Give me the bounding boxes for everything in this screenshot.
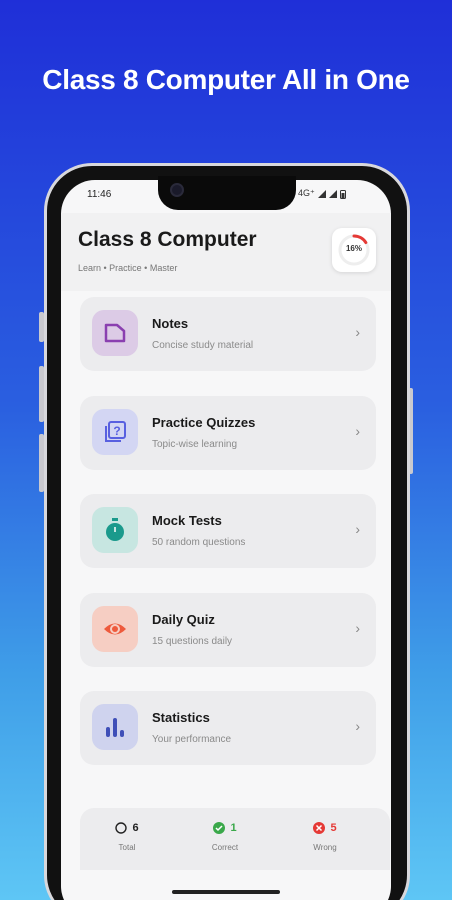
menu-subtitle: Concise study material [152, 340, 254, 351]
circle-outline-icon [115, 822, 128, 834]
page-subtitle: Learn • Practice • Master [78, 263, 178, 273]
svg-text:?: ? [113, 424, 120, 438]
progress-label: 16% [345, 244, 362, 253]
chevron-right-icon: › [355, 423, 360, 439]
page-title: Class 8 Computer [78, 228, 257, 251]
menu-icon-bg [92, 704, 138, 750]
banner-title: Class 8 Computer All in One [42, 64, 410, 95]
battery-icon [339, 189, 346, 199]
stat-wrong: 5 Wrong [280, 822, 370, 852]
status-icons: 4G⁺ [298, 188, 346, 199]
menu-subtitle: 50 random questions [152, 537, 246, 548]
menu-label: Mock Tests [152, 513, 222, 528]
eye-icon [104, 623, 126, 635]
x-circle-icon [313, 822, 326, 834]
menu-item-daily-quiz[interactable]: Daily Quiz 15 questions daily › [80, 593, 376, 667]
stopwatch-icon [106, 518, 124, 541]
bar-chart-icon [106, 718, 124, 737]
chevron-right-icon: › [355, 620, 360, 636]
menu-icon-bg [92, 507, 138, 553]
menu-item-mock-tests[interactable]: Mock Tests 50 random questions › [80, 494, 376, 568]
progress-indicator[interactable]: 16% [332, 228, 376, 272]
home-indicator [172, 890, 280, 894]
stat-total: 6 Total [82, 822, 172, 852]
document-icon [104, 323, 126, 343]
stat-correct: 1 Correct [180, 822, 270, 852]
menu-subtitle: 15 questions daily [152, 636, 233, 647]
stat-correct-value: 1 [230, 822, 237, 834]
status-time: 11:46 [87, 189, 112, 200]
signal-icon [317, 189, 326, 198]
menu-item-practice-quizzes[interactable]: ? Practice Quizzes Topic-wise learning › [80, 396, 376, 470]
stat-wrong-value: 5 [330, 822, 337, 834]
stat-total-label: Total [118, 843, 136, 852]
signal-icon [328, 189, 337, 198]
quiz-icon: ? [105, 421, 126, 442]
menu-label: Daily Quiz [152, 612, 215, 627]
network-label: 4G⁺ [298, 188, 315, 198]
stat-correct-label: Correct [211, 843, 239, 852]
stats-footer: 6 Total 1 Correct 5 Wrong [80, 808, 390, 870]
menu-icon-bg [92, 606, 138, 652]
menu-icon-bg: ? [92, 409, 138, 455]
menu-subtitle: Topic-wise learning [152, 439, 238, 450]
stat-total-value: 6 [132, 822, 139, 834]
menu-icon-bg [92, 310, 138, 356]
menu-label: Notes [152, 316, 189, 331]
chevron-right-icon: › [355, 718, 360, 734]
menu-item-notes[interactable]: Notes Concise study material › [80, 297, 376, 371]
menu-subtitle: Your performance [152, 734, 232, 745]
chevron-right-icon: › [355, 324, 360, 340]
menu-item-statistics[interactable]: Statistics Your performance › [80, 691, 376, 765]
menu-label: Statistics [152, 710, 210, 725]
stat-wrong-label: Wrong [313, 843, 337, 852]
chevron-right-icon: › [355, 521, 360, 537]
menu-label: Practice Quizzes [152, 415, 256, 430]
camera-icon [170, 183, 184, 197]
check-circle-icon [213, 822, 226, 834]
